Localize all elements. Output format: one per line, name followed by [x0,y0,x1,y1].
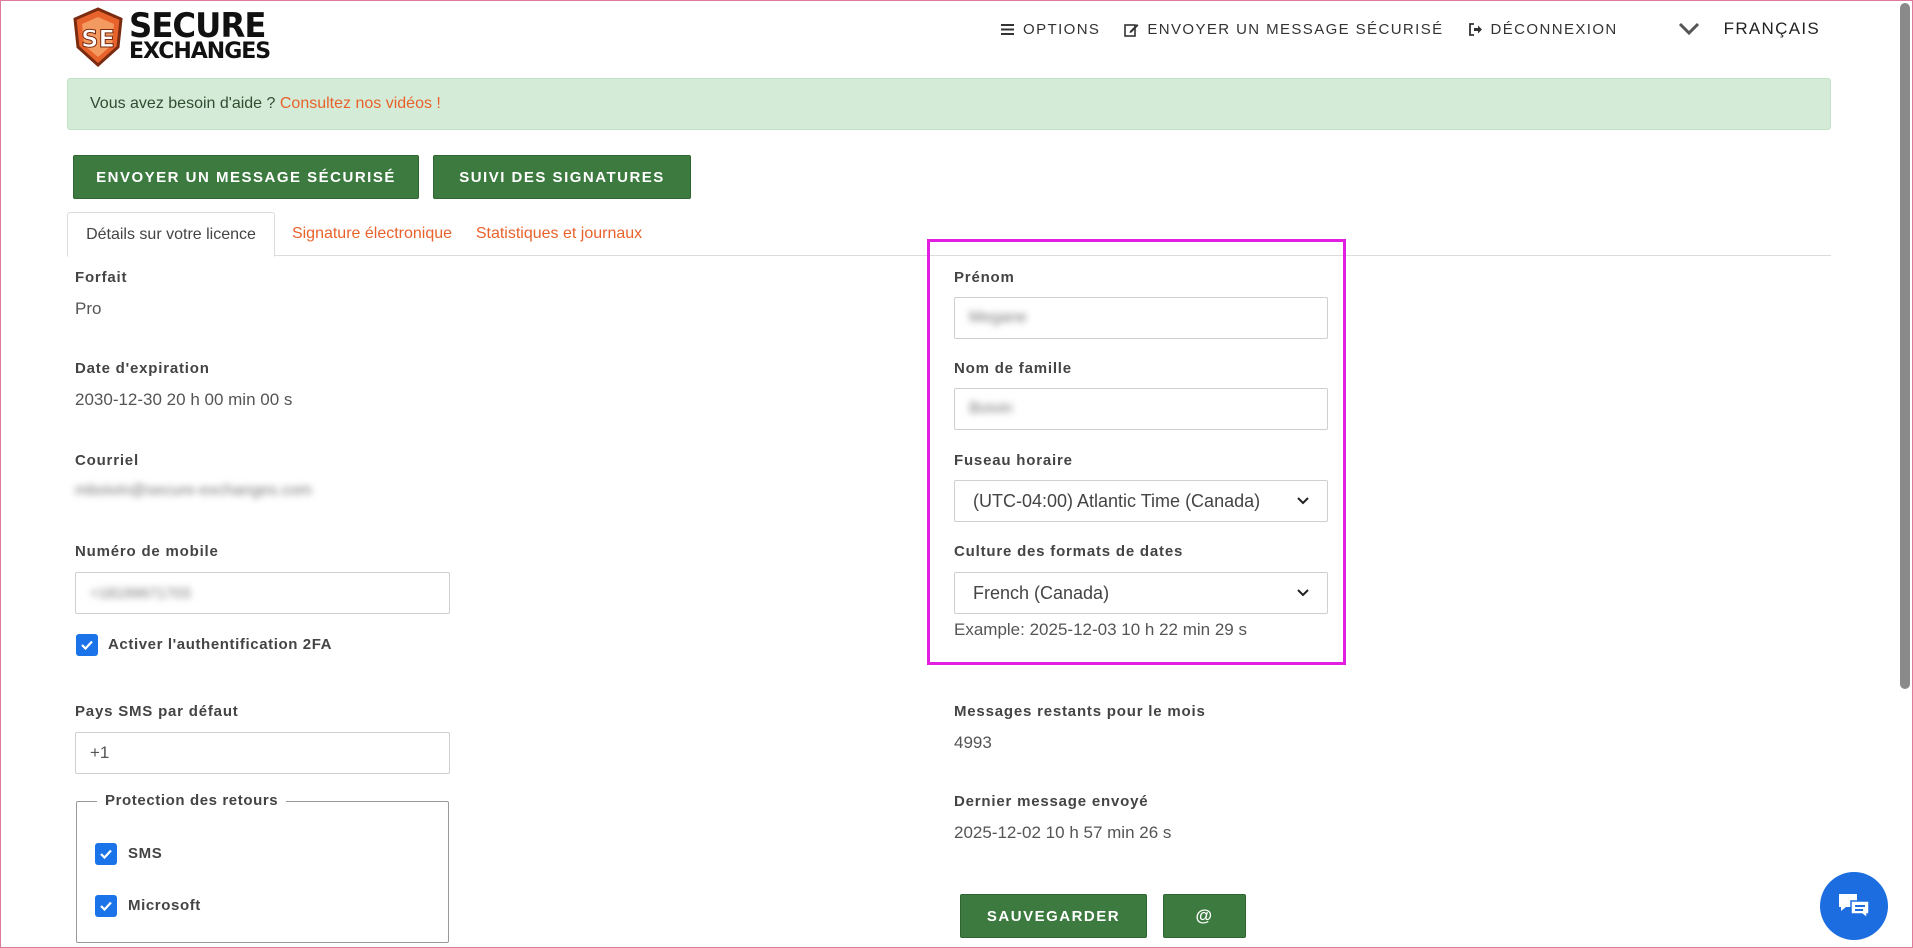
check-icon [100,849,112,860]
sign-out-icon [1468,22,1482,36]
chat-bubble-icon [1839,894,1870,920]
language-selector[interactable]: FRANÇAIS [1678,19,1820,39]
sms-country-input[interactable]: +1 [75,732,450,774]
chat-button[interactable] [1820,872,1888,940]
page-scrollbar[interactable] [1900,3,1910,689]
tab-statistics-logs[interactable]: Statistiques et journaux [469,212,649,256]
expiry-label: Date d'expiration [75,360,210,377]
plan-value: Pro [75,299,102,318]
tab-electronic-signature[interactable]: Signature électronique [275,212,469,256]
shield-logo-icon: SE [73,7,123,67]
nav-send-secure[interactable]: ENVOYER UN MESSAGE SÉCURISÉ [1124,21,1443,38]
mobile-label: Numéro de mobile [75,543,219,560]
help-videos-link[interactable]: Consultez nos vidéos ! [280,95,441,112]
sms-protection-checkbox[interactable] [95,843,117,865]
tab-license-details[interactable]: Détails sur votre licence [67,212,275,257]
microsoft-protection-checkbox[interactable] [95,895,117,917]
check-icon [81,640,93,651]
check-icon [100,901,112,912]
chevron-down-icon [1678,22,1699,36]
expiry-value: 2030-12-30 20 h 00 min 00 s [75,390,293,409]
nav-logout-label: DÉCONNEXION [1490,20,1618,38]
edit-icon [1124,23,1139,37]
sms-country-label: Pays SMS par défaut [75,703,239,720]
plan-label: Forfait [75,269,128,286]
mobile-number-input[interactable]: +18199671703 [75,572,450,614]
last-message-label: Dernier message envoyé [954,793,1149,810]
return-protection-legend: Protection des retours [97,792,287,809]
mobile-number-value: +18199671703 [90,584,191,602]
help-alert-text: Vous avez besoin d'aide ? [90,95,276,112]
nav-send-secure-label: ENVOYER UN MESSAGE SÉCURISÉ [1147,20,1444,38]
at-button[interactable]: @ [1163,894,1246,938]
email-label: Courriel [75,452,139,469]
nav-options[interactable]: OPTIONS [1000,21,1100,38]
logo-text: SECURE EXCHANGES [129,9,273,63]
logo-line1: SECURE [129,6,266,46]
menu-icon [1001,23,1015,35]
email-value: mboivin@secure-exchanges.com [75,482,312,499]
remaining-messages-value: 4993 [954,733,992,752]
save-button[interactable]: SAUVEGARDER [960,894,1147,938]
nav-options-label: OPTIONS [1023,20,1101,38]
microsoft-protection-label: Microsoft [128,897,201,914]
top-nav: OPTIONS ENVOYER UN MESSAGE SÉCURISÉ DÉCO… [1000,19,1820,39]
twofa-label: Activer l'authentification 2FA [108,636,333,653]
nav-logout[interactable]: DÉCONNEXION [1468,21,1618,38]
sms-protection-label: SMS [128,845,163,862]
last-message-value: 2025-12-02 10 h 57 min 26 s [954,823,1172,842]
help-alert: Vous avez besoin d'aide ? Consultez nos … [67,78,1831,130]
language-label: FRANÇAIS [1723,19,1820,38]
signature-tracking-button[interactable]: SUIVI DES SIGNATURES [433,155,691,199]
remaining-messages-label: Messages restants pour le mois [954,703,1206,720]
return-protection-fieldset [76,801,449,943]
svg-text:SE: SE [81,25,115,53]
logo[interactable]: SE SECURE EXCHANGES [71,7,271,67]
highlight-box [927,239,1346,665]
twofa-checkbox[interactable] [76,634,98,656]
send-secure-message-button[interactable]: ENVOYER UN MESSAGE SÉCURISÉ [73,155,419,199]
header: SE SECURE EXCHANGES OPTIONS ENVOYER UN M… [1,1,1913,67]
